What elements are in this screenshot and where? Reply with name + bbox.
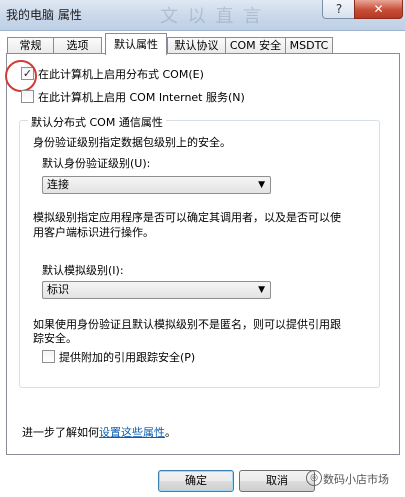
tab-default-protocols[interactable]: 默认协议 [167,37,226,54]
impersonation-description-line2: 用客户端标识进行操作。 [33,226,154,239]
tracking-description-line2: 踪安全。 [33,332,77,345]
learn-more-suffix: 。 [165,426,176,439]
tab-options[interactable]: 选项 [53,37,102,54]
help-button[interactable]: ? [322,0,356,19]
auth-level-dropdown[interactable]: 连接 ▼ [42,176,271,194]
enable-com-internet-checkbox[interactable] [21,90,34,103]
tracking-description-line1: 如果使用身份验证且默认模拟级别不是匿名，则可以提供引用跟 [33,318,341,331]
chevron-down-icon: ▼ [258,180,265,190]
learn-more-text: 进一步了解如何设置这些属性。 [22,425,176,440]
ok-button[interactable]: 确定 [158,470,234,492]
cancel-button[interactable]: 取消 [239,470,315,492]
auth-level-label: 默认身份验证级别(U): [42,157,151,170]
reference-tracking-checkbox[interactable] [42,350,55,363]
tab-msdtc[interactable]: MSDTC [285,37,333,54]
highlight-circle [5,60,37,92]
window-title: 我的电脑 属性 [6,8,82,22]
title-watermark: 文 以 直 言 [160,6,264,27]
watermark-icon: ◎ [306,470,322,486]
learn-more-prefix: 进一步了解如何 [22,426,99,439]
group-title: 默认分布式 COM 通信属性 [28,114,166,130]
enable-dcom-label[interactable]: 在此计算机上启用分布式 COM(E) [38,66,204,82]
impersonation-description-line1: 模拟级别指定应用程序是否可以确定其调用者，以及是否可以使 [33,211,341,224]
learn-more-link[interactable]: 设置这些属性 [99,426,165,439]
reference-tracking-label[interactable]: 提供附加的引用跟踪安全(P) [59,349,195,365]
auth-description: 身份验证级别指定数据包级别上的安全。 [33,136,231,149]
watermark-text: 数码小店市场 [323,473,389,486]
impersonation-level-dropdown[interactable]: 标识 ▼ [42,281,271,299]
tab-default-properties[interactable]: 默认属性 [105,33,167,55]
enable-com-internet-label[interactable]: 在此计算机上启用 COM Internet 服务(N) [38,89,245,105]
tab-com-security[interactable]: COM 安全 [225,37,286,54]
impersonation-level-label: 默认模拟级别(I): [42,264,124,277]
impersonation-level-value: 标识 [47,283,69,296]
close-button[interactable]: ✕ [354,0,403,19]
chevron-down-icon: ▼ [258,285,265,295]
auth-level-value: 连接 [47,178,69,191]
tab-general[interactable]: 常规 [7,37,54,54]
